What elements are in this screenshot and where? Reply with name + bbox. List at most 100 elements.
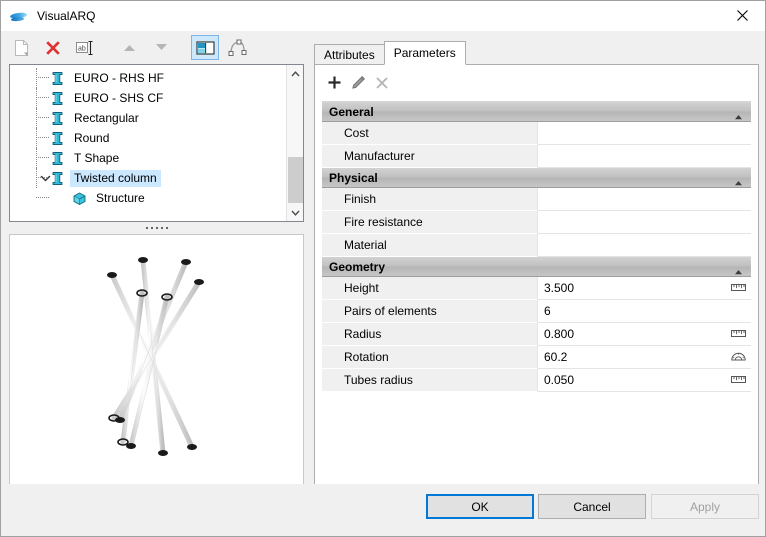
- pencil-icon: [351, 75, 366, 93]
- parameter-name: Radius: [322, 323, 537, 346]
- parameter-row[interactable]: Height 3.500: [322, 277, 751, 300]
- styles-tree[interactable]: EURO - RHS HF EURO - SHS CF Rectangular Rou…: [9, 64, 304, 222]
- ok-button[interactable]: OK: [426, 494, 534, 519]
- delete-style-button[interactable]: [39, 35, 67, 60]
- tree-scrollbar-thumb[interactable]: [288, 157, 303, 203]
- parameter-name: Material: [322, 234, 537, 257]
- tree-item-twisted-column[interactable]: Twisted column: [10, 168, 286, 188]
- ruler-icon[interactable]: [731, 373, 746, 387]
- parameter-row[interactable]: Cost: [322, 122, 751, 145]
- panel-splitter[interactable]: [9, 222, 304, 234]
- parameter-row[interactable]: Manufacturer: [322, 145, 751, 168]
- move-up-button[interactable]: [115, 35, 143, 60]
- parameter-group-title: Geometry: [329, 259, 386, 274]
- tree-scrollbar[interactable]: [286, 65, 303, 221]
- parameter-row[interactable]: Finish: [322, 188, 751, 211]
- parameter-row[interactable]: Rotation 60.2: [322, 346, 751, 369]
- parameters-toolbar: [322, 72, 394, 96]
- tree-guide-line: [36, 148, 37, 168]
- tree-guide-dash: [36, 197, 49, 198]
- tree-item-label: Twisted column: [70, 169, 161, 187]
- tree-item-label: Rectangular: [74, 110, 139, 125]
- parameter-value: 0.800: [544, 327, 575, 341]
- column-icon: [50, 151, 65, 166]
- window-title: VisualARQ: [37, 9, 96, 23]
- profile-curve-button[interactable]: [223, 35, 251, 60]
- tree-item-label: T Shape: [74, 150, 120, 165]
- parameter-name: Manufacturer: [322, 145, 537, 168]
- tree-item-rectangular[interactable]: Rectangular: [10, 108, 286, 128]
- protractor-icon[interactable]: [731, 350, 746, 364]
- tree-item-euro-rhs-hf[interactable]: EURO - RHS HF: [10, 68, 286, 88]
- parameter-value: 60.2: [544, 350, 568, 364]
- tree-guide-dash: [36, 97, 49, 98]
- tab-parameters[interactable]: Parameters: [383, 41, 466, 65]
- parameter-value-field[interactable]: 0.800: [537, 323, 751, 346]
- tab-label: Parameters: [393, 46, 456, 60]
- style-3d-preview[interactable]: [9, 234, 304, 486]
- parameter-value-field[interactable]: [537, 188, 751, 211]
- parameter-row[interactable]: Tubes radius 0.050: [322, 369, 751, 392]
- tree-item-round[interactable]: Round: [10, 128, 286, 148]
- parameter-group-header-geometry[interactable]: Geometry: [322, 257, 751, 277]
- chevron-up-icon[interactable]: [734, 175, 743, 189]
- ruler-icon[interactable]: [731, 281, 746, 295]
- parameter-group-header-physical[interactable]: Physical: [322, 168, 751, 188]
- tree-item-structure[interactable]: Structure: [10, 188, 286, 208]
- chevron-up-icon[interactable]: [734, 264, 743, 278]
- close-icon[interactable]: [719, 1, 765, 30]
- chevron-up-icon[interactable]: [734, 109, 743, 123]
- parameter-row[interactable]: Fire resistance: [322, 211, 751, 234]
- parameter-value-field[interactable]: 0.050: [537, 369, 751, 392]
- tree-item-t-shape[interactable]: T Shape: [10, 148, 286, 168]
- parameter-value-field[interactable]: 6: [537, 300, 751, 323]
- tree-guide-line: [36, 108, 37, 128]
- parameter-value-field[interactable]: [537, 145, 751, 168]
- tree-item-euro-shs-cf[interactable]: EURO - SHS CF: [10, 88, 286, 108]
- new-style-button[interactable]: [7, 35, 35, 60]
- parameter-value-field[interactable]: [537, 122, 751, 145]
- column-icon: [50, 111, 65, 126]
- ruler-icon[interactable]: [731, 327, 746, 341]
- parameter-value-field[interactable]: 3.500: [537, 277, 751, 300]
- styles-tree-list: EURO - RHS HF EURO - SHS CF Rectangular Rou…: [10, 65, 286, 221]
- toggle-preview-button[interactable]: [191, 35, 219, 60]
- parameter-value: 3.500: [544, 281, 575, 295]
- parameter-group-header-general[interactable]: General: [322, 102, 751, 122]
- add-parameter-button[interactable]: [322, 72, 346, 96]
- edit-parameter-button[interactable]: [346, 72, 370, 96]
- parameter-group-title: General: [329, 104, 374, 119]
- chevron-up-icon[interactable]: [287, 65, 303, 82]
- parameter-value-field[interactable]: 60.2: [537, 346, 751, 369]
- tree-guide-dash: [36, 117, 49, 118]
- parameter-value-field[interactable]: [537, 211, 751, 234]
- parameters-table: General Cost Manufacturer Physical Finish Fir…: [322, 101, 751, 392]
- parameter-name: Finish: [322, 188, 537, 211]
- move-down-button[interactable]: [147, 35, 175, 60]
- column-icon: [50, 71, 65, 86]
- tree-item-label: EURO - RHS HF: [74, 70, 164, 85]
- tree-guide-dash: [36, 77, 49, 78]
- parameter-name: Tubes radius: [322, 369, 537, 392]
- tree-item-label: Structure: [96, 190, 145, 205]
- tab-attributes[interactable]: Attributes: [314, 44, 385, 65]
- parameter-name: Fire resistance: [322, 211, 537, 234]
- tree-guide-dash: [36, 137, 49, 138]
- parameter-group-title: Physical: [329, 170, 378, 185]
- parameter-row[interactable]: Radius 0.800: [322, 323, 751, 346]
- cancel-button[interactable]: Cancel: [538, 494, 646, 519]
- parameter-value: 6: [544, 304, 551, 318]
- parameter-value-field[interactable]: [537, 234, 751, 257]
- property-tabs: Attributes Parameters: [314, 41, 466, 65]
- parameter-row[interactable]: Material: [322, 234, 751, 257]
- column-icon: [50, 91, 65, 106]
- chevron-down-icon[interactable]: [287, 204, 303, 221]
- parameters-panel: General Cost Manufacturer Physical Finish Fir…: [314, 64, 759, 486]
- tree-item-label: EURO - SHS CF: [74, 90, 164, 105]
- tree-guide-dash: [36, 157, 49, 158]
- apply-button[interactable]: Apply: [651, 494, 759, 519]
- parameter-row[interactable]: Pairs of elements 6: [322, 300, 751, 323]
- rename-style-button[interactable]: ab: [71, 35, 99, 60]
- column-icon: [50, 171, 65, 186]
- column-icon: [50, 131, 65, 146]
